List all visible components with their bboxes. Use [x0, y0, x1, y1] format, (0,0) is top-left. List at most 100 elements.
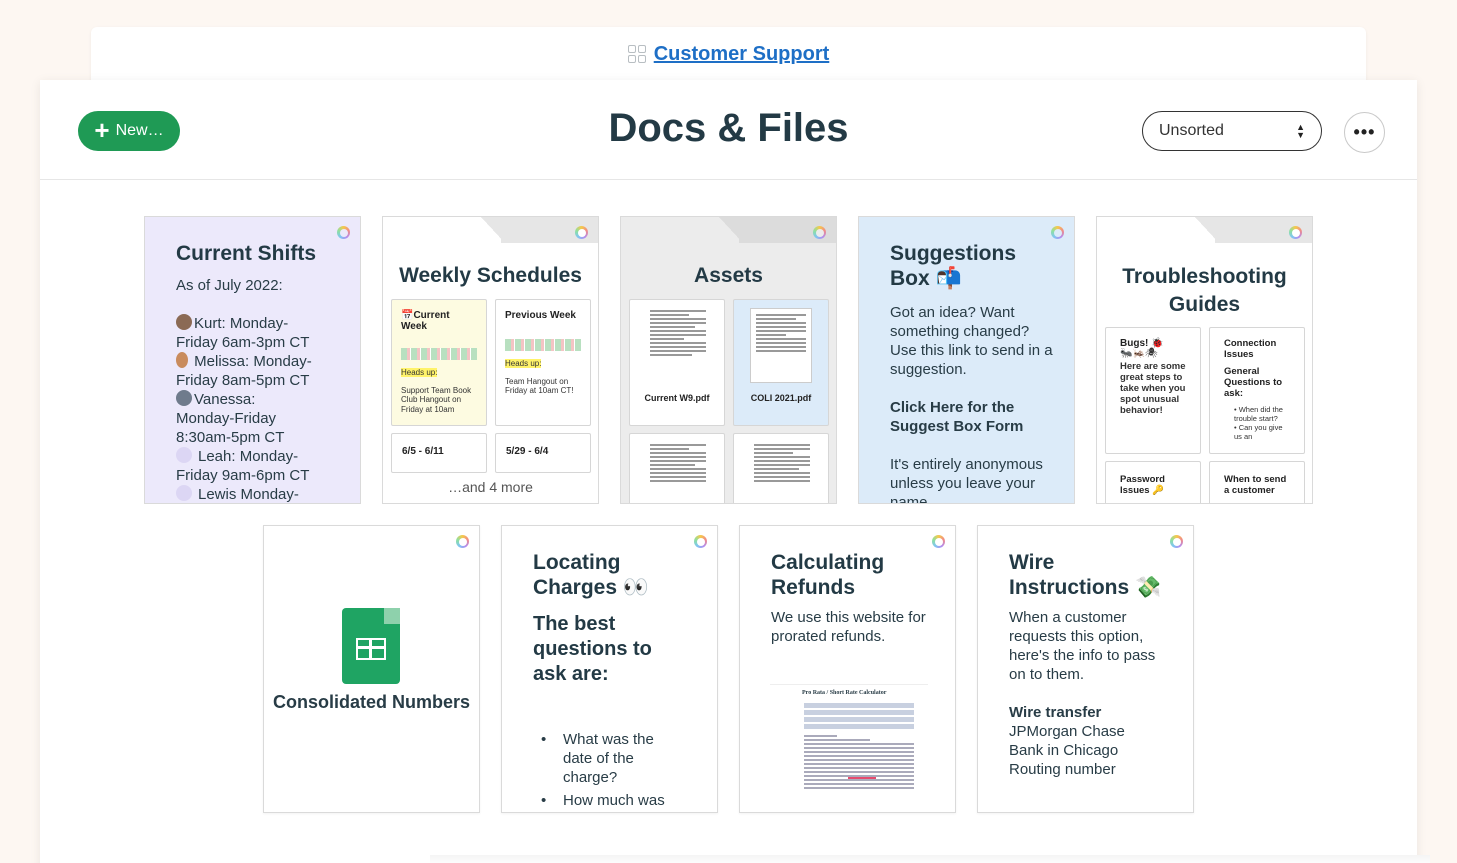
- doc-title: 📅Current Week: [401, 310, 450, 332]
- doc-title: Previous Week: [505, 310, 576, 321]
- avatar: [176, 352, 188, 368]
- doc-thumb-current-week[interactable]: 📅Current Week Heads up: Support Team Boo…: [391, 299, 487, 426]
- shift-line: Melissa: Monday-: [176, 352, 351, 371]
- doc-title: Connection Issues: [1224, 338, 1277, 360]
- file-name: COLI 2021.pdf: [750, 393, 812, 403]
- shift-line: Leah: Monday-: [176, 447, 351, 466]
- folder-tab: [621, 217, 836, 243]
- card-title: Locating Charges 👀: [533, 551, 650, 599]
- arrow-icon: [848, 777, 876, 779]
- card-troubleshooting-guides[interactable]: Troubleshooting Guides Bugs! 🐞 🐜🦗🕷 Here …: [1096, 216, 1313, 504]
- select-arrows-icon: ▲ ▼: [1296, 122, 1305, 140]
- shift-line: Kurt: Monday-: [176, 314, 351, 333]
- more-options-button[interactable]: •••: [1344, 112, 1385, 153]
- card-calculating-refunds[interactable]: Calculating Refunds We use this website …: [739, 525, 956, 813]
- calculator-screenshot: Pro Rata / Short Rate Calculator: [770, 684, 928, 812]
- file-thumb-w9[interactable]: Current W9.pdf: [629, 299, 725, 426]
- card-body: We use this website for prorated refunds…: [771, 609, 926, 645]
- wire-line: Bank in Chicago: [1009, 742, 1119, 759]
- card-suggestions-box[interactable]: Suggestions Box 📬 Got an idea? Want some…: [858, 216, 1075, 504]
- suggest-form-link[interactable]: Click Here for the Suggest Box Form: [890, 398, 1060, 436]
- unread-ring-icon: [575, 226, 588, 239]
- pdf-preview: [650, 310, 706, 358]
- card-body: Got an idea? Want something changed? Use…: [890, 304, 1053, 378]
- shift-line: Friday 9am-6pm CT: [176, 467, 310, 484]
- unread-ring-icon: [932, 535, 945, 548]
- card-subtitle: The best questions to ask are:: [533, 613, 652, 685]
- doc-thumb-when-to-send[interactable]: When to send a customer: [1209, 461, 1305, 503]
- heads-up-label: Heads up:: [401, 368, 438, 377]
- file-thumb-3[interactable]: [629, 433, 725, 503]
- panel-header: + New… Docs & Files Unsorted ▲ ▼ •••: [40, 80, 1417, 180]
- bullet-item: • What was the date of the charge?: [541, 731, 654, 786]
- doc-body: Here are some great steps to take when y…: [1120, 360, 1186, 416]
- card-weekly-schedules[interactable]: Weekly Schedules 📅Current Week Heads up:…: [382, 216, 599, 504]
- unread-ring-icon: [1051, 226, 1064, 239]
- avatar: [176, 485, 192, 501]
- doc-note: Team Hangout on Friday at 10am CT!: [505, 376, 574, 396]
- unread-ring-icon: [694, 535, 707, 548]
- sort-value: Unsorted: [1159, 122, 1224, 139]
- unread-ring-icon: [1170, 535, 1183, 548]
- unread-ring-icon: [1289, 226, 1302, 239]
- calculator-title: Pro Rata / Short Rate Calculator: [802, 690, 887, 696]
- card-title: Calculating Refunds: [771, 551, 885, 599]
- card-locating-charges[interactable]: Locating Charges 👀 The best questions to…: [501, 525, 718, 813]
- doc-thumb-6-5[interactable]: 6/5 - 6/11: [391, 433, 487, 473]
- unread-ring-icon: [813, 226, 826, 239]
- project-link[interactable]: Customer Support: [654, 43, 830, 66]
- card-body: When a customer requests this option, he…: [1009, 609, 1156, 683]
- doc-subtitle: General Questions to ask:: [1224, 366, 1283, 399]
- ellipsis-icon: •••: [1353, 122, 1376, 142]
- avatar: [176, 447, 192, 463]
- pdf-preview: [750, 308, 812, 383]
- bullet-item: • When did the trouble start?: [1234, 405, 1283, 423]
- schedule-grid: [401, 348, 477, 360]
- heads-up-label: Heads up:: [505, 359, 542, 368]
- doc-title: 5/29 - 6/4: [506, 446, 549, 457]
- card-title: Troubleshooting Guides: [1122, 265, 1287, 316]
- unread-ring-icon: [456, 535, 469, 548]
- card-consolidated-numbers[interactable]: Consolidated Numbers: [263, 525, 480, 813]
- bottom-fade: [430, 855, 1430, 863]
- doc-title: Password Issues 🔑: [1120, 474, 1165, 496]
- unread-ring-icon: [337, 226, 350, 239]
- folder-tab: [1097, 217, 1312, 243]
- card-title: Current Shifts: [176, 242, 317, 265]
- avatar: [176, 314, 192, 330]
- wire-subtitle: Wire transfer: [1009, 704, 1102, 721]
- bug-emoji-icon: 🐜🦗🕷: [1120, 348, 1158, 359]
- card-current-shifts[interactable]: Current Shifts As of July 2022: Kurt: Mo…: [144, 216, 361, 504]
- doc-thumb-connection[interactable]: Connection Issues General Questions to a…: [1209, 327, 1305, 454]
- card-title: Consolidated Numbers: [272, 692, 471, 712]
- doc-thumb-5-29[interactable]: 5/29 - 6/4: [495, 433, 591, 473]
- wire-line: Routing number: [1009, 761, 1116, 778]
- card-assets[interactable]: Assets Current W9.pdf COLI 2021.pdf: [620, 216, 837, 504]
- grid-icon: [627, 45, 646, 63]
- sort-select[interactable]: Unsorted ▲ ▼: [1142, 111, 1322, 151]
- card-wire-instructions[interactable]: Wire Instructions 💸 When a customer requ…: [977, 525, 1194, 813]
- doc-thumb-previous-week[interactable]: Previous Week Heads up: Team Hangout on …: [495, 299, 591, 426]
- doc-title: When to send a customer: [1224, 474, 1287, 496]
- folder-tab: [383, 217, 598, 243]
- wire-line: JPMorgan Chase: [1009, 723, 1125, 740]
- schedule-grid: [505, 339, 581, 351]
- bullet-item: • How much was: [541, 792, 665, 809]
- doc-thumb-bugs[interactable]: Bugs! 🐞 🐜🦗🕷 Here are some great steps to…: [1105, 327, 1201, 454]
- shift-line: Friday 8am-5pm CT: [176, 372, 310, 389]
- more-docs-label: …and 4 more: [383, 477, 598, 503]
- file-thumb-coli[interactable]: COLI 2021.pdf: [733, 299, 829, 426]
- file-thumb-4[interactable]: [733, 433, 829, 503]
- bullet-item: • Can you give us an: [1234, 423, 1283, 441]
- card-title: Wire Instructions 💸: [1009, 551, 1162, 599]
- shift-line: Vanessa:: [176, 390, 351, 409]
- avatar: [176, 390, 192, 406]
- doc-thumb-password[interactable]: Password Issues 🔑: [1105, 461, 1201, 503]
- card-title: Assets: [694, 264, 763, 287]
- doc-title: 6/5 - 6/11: [402, 446, 444, 457]
- shift-line: Monday-Friday: [176, 410, 277, 427]
- card-title: Weekly Schedules: [399, 264, 582, 287]
- project-bar: Customer Support: [91, 27, 1366, 87]
- card-footer: It's entirely anonymous unless you leave…: [890, 456, 1043, 504]
- shift-line: Friday 6am-3pm CT: [176, 334, 310, 351]
